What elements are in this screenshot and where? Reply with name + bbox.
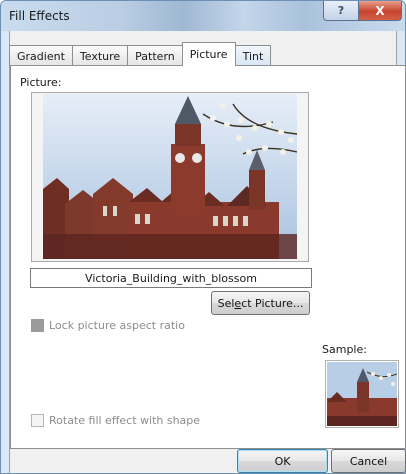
rotate-fill-label: Rotate fill effect with shape	[49, 414, 201, 427]
dialog-title: Fill Effects	[9, 9, 70, 23]
select-picture-label-pre: Sel	[217, 296, 235, 310]
help-icon: ?	[337, 4, 345, 17]
picture-label: Picture:	[20, 76, 62, 89]
tab-pattern[interactable]: Pattern	[127, 45, 183, 66]
lock-aspect-ratio-option[interactable]: Lock picture aspect ratio	[31, 319, 185, 332]
cancel-button[interactable]: Cancel	[331, 449, 406, 473]
tab-texture[interactable]: Texture	[71, 45, 129, 66]
select-picture-label-accel: e	[234, 296, 242, 310]
rotate-fill-checkbox[interactable]	[31, 414, 44, 427]
tab-tint[interactable]: Tint	[234, 45, 272, 66]
sample-label: Sample:	[322, 343, 367, 356]
help-button[interactable]: ?	[323, 1, 359, 21]
select-picture-label-post: ct Picture...	[241, 296, 304, 310]
picture-filename: Victoria_Building_with_blossom	[30, 268, 312, 288]
tab-picture[interactable]: Picture	[181, 42, 236, 66]
select-picture-button[interactable]: Sel e ct Picture...	[211, 291, 310, 315]
sample-photo	[327, 362, 397, 426]
rotate-fill-option[interactable]: Rotate fill effect with shape	[31, 414, 200, 427]
lock-aspect-ratio-label: Lock picture aspect ratio	[49, 319, 185, 332]
picture-preview	[31, 92, 309, 262]
close-button[interactable]: X	[358, 1, 402, 21]
lock-aspect-ratio-checkbox[interactable]	[31, 319, 44, 332]
ok-button[interactable]: OK	[237, 449, 328, 473]
sample-preview	[325, 360, 399, 428]
close-icon: X	[375, 3, 385, 18]
building-photo	[43, 94, 297, 259]
tab-gradient[interactable]: Gradient	[9, 45, 73, 66]
tab-strip: Gradient Texture Pattern Picture Tint	[9, 42, 272, 66]
